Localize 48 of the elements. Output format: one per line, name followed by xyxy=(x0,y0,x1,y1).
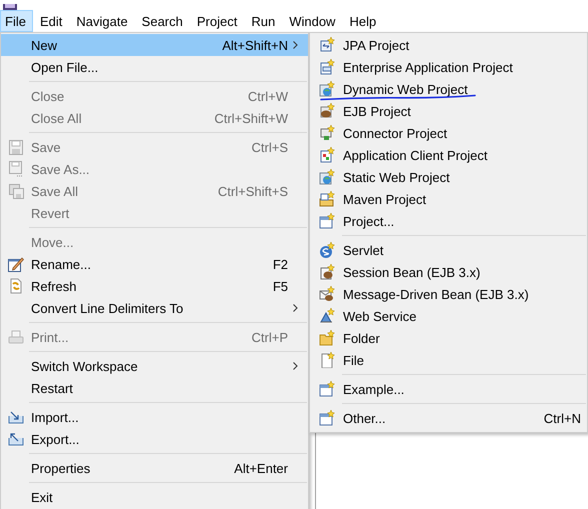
export-icon xyxy=(8,432,24,446)
menu-item[interactable]: Session Bean (EJB 3.x) xyxy=(310,261,587,283)
globe-icon xyxy=(318,81,334,97)
floppy-disks-icon xyxy=(8,184,24,198)
globe-icon xyxy=(318,169,334,185)
menu-item[interactable]: Exit xyxy=(1,486,308,508)
menu-item[interactable]: Properties Alt+Enter xyxy=(1,457,308,479)
import-icon xyxy=(8,410,24,424)
folder-icon xyxy=(318,330,334,346)
menu-item[interactable]: Maven Project xyxy=(310,188,587,210)
menu-item[interactable]: Open File... xyxy=(1,56,308,78)
menu-item[interactable]: Import... xyxy=(1,406,308,428)
menu-item[interactable]: EJB Project xyxy=(310,100,587,122)
menu-item[interactable]: Servlet xyxy=(310,239,587,261)
menu-item[interactable]: Connector Project xyxy=(310,122,587,144)
menu-item[interactable]: New Alt+Shift+N xyxy=(1,34,308,56)
menu-item[interactable]: Example... xyxy=(310,378,587,400)
menu-item[interactable]: Web Service xyxy=(310,305,587,327)
menu-item[interactable]: Switch Workspace xyxy=(1,355,308,377)
refresh-icon xyxy=(8,278,24,294)
menu-item[interactable]: Application Client Project xyxy=(310,144,587,166)
menu-bar-item[interactable]: Project xyxy=(192,10,244,32)
menu-item[interactable]: Rename... F2 xyxy=(1,253,308,275)
menu-bar-item[interactable]: Search xyxy=(136,10,190,32)
menu-bar-item[interactable]: Edit xyxy=(34,10,70,32)
menu-bar-item[interactable]: File xyxy=(0,10,33,32)
menu-item[interactable]: File xyxy=(310,349,587,371)
menu-item[interactable]: Convert Line Delimiters To xyxy=(1,297,308,319)
servlet-icon xyxy=(318,242,334,258)
menu-item[interactable]: Folder xyxy=(310,327,587,349)
menu-item[interactable]: Message-Driven Bean (EJB 3.x) xyxy=(310,283,587,305)
printer-icon xyxy=(8,330,24,344)
menu-bar-item[interactable]: Window xyxy=(284,10,342,32)
menu-item[interactable]: Export... xyxy=(1,428,308,450)
menu-item[interactable]: Refresh F5 xyxy=(1,275,308,297)
pencil-icon xyxy=(8,256,24,272)
menu-bar-item[interactable]: Navigate xyxy=(71,10,135,32)
file-icon xyxy=(318,352,334,368)
menu-bar-item[interactable]: Run xyxy=(246,10,282,32)
menu-bar-item[interactable]: Help xyxy=(344,10,384,32)
menu-item[interactable]: Static Web Project xyxy=(310,166,587,188)
menu-item[interactable]: Dynamic Web Project xyxy=(310,78,587,100)
menu-item[interactable]: Restart xyxy=(1,377,308,399)
menu-item[interactable]: Other... Ctrl+N xyxy=(310,407,587,429)
app-icon xyxy=(3,4,17,10)
menu-item[interactable]: JPA Project xyxy=(310,34,587,56)
menu-item[interactable]: Project... xyxy=(310,210,587,232)
menu-item[interactable]: Enterprise Application Project xyxy=(310,56,587,78)
